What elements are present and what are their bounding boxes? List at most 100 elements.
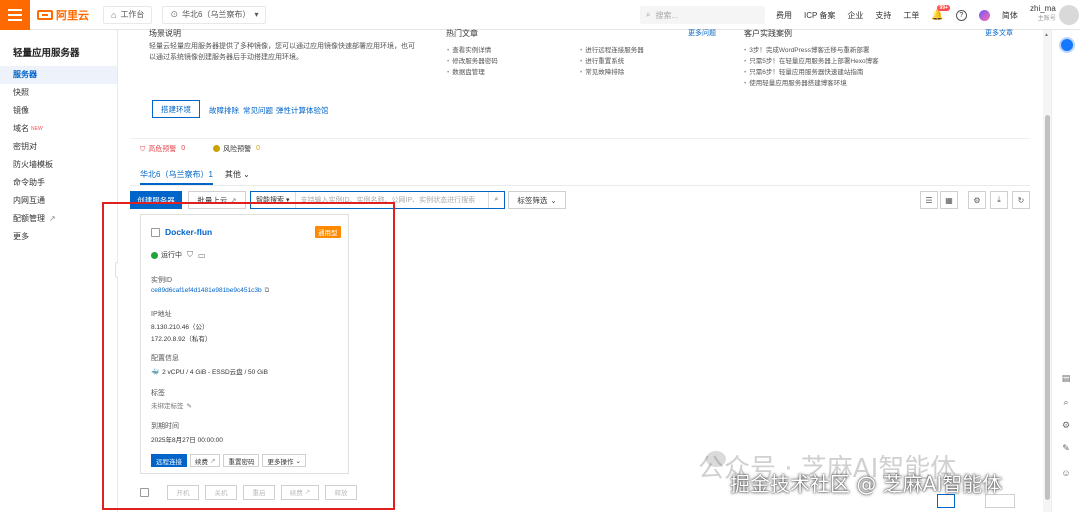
shield-icon[interactable]: ⛉ [187,250,193,260]
more-actions-button[interactable]: 更多操作 ⌄ [262,454,306,467]
region-tabs: 华北6（乌兰察布）1 其他 ⌄ [140,169,262,185]
release-button[interactable]: 释放 [325,484,357,500]
help-article-link[interactable]: 进行重置系统 [580,55,624,65]
instance-card[interactable]: Docker-flun 通用型 运行中 ⛉ ▭ 实例ID ce89d6caf1e… [140,214,349,474]
sidebar-item-quota[interactable]: 配额管理 ↗ [0,210,117,228]
monitor-icon[interactable]: ▭ [198,251,206,260]
build-environment-button[interactable]: 搭建环境 [152,100,200,118]
alarm-bar: ⛉ 高危预警 0 风险预警 0 [130,138,1030,158]
sidebar-item-command-assistant[interactable]: 命令助手 [0,174,117,192]
scroll-up-icon[interactable]: ▲ [1044,32,1049,38]
search-icon: ⌕ [646,10,651,19]
top-links: 费用 ICP 备案 企业 支持 工单 🔔 99+ ? 简体 [776,0,1030,30]
search-icon[interactable]: ⌕ [1059,395,1073,409]
help-case-link[interactable]: 只需5步！在轻量应用服务器上部署Hexo博客 [744,55,878,65]
language-switch[interactable]: 简体 [1002,10,1018,21]
help-article-link[interactable]: 进行远程连接服务器 [580,44,644,54]
user-info[interactable]: zhi_ma 主账号 [1030,4,1056,22]
menu-icon[interactable] [0,0,30,30]
tag-filter-button[interactable]: 标签筛选 ⌄ [508,191,566,209]
chevron-down-icon: ▾ [286,197,290,204]
search-mode-select[interactable]: 智能搜索 ▾ [251,192,296,208]
help-case-link[interactable]: 使用轻量应用服务器搭建博客环境 [744,77,847,87]
warning-icon [213,144,221,152]
help-more-questions-link[interactable]: 更多问题 [688,28,716,38]
search-icon[interactable]: ⌕ [488,192,504,208]
external-link-icon: ↗ [49,214,56,223]
top-link-fees[interactable]: 费用 [776,10,792,21]
top-link-support[interactable]: 支持 [875,10,891,21]
sidebar-item-images[interactable]: 镜像 [0,102,117,120]
card-actions: 远程连接 续费 ↗ 重置密码 更多操作 ⌄ [151,454,306,467]
top-link-enterprise[interactable]: 企业 [847,10,863,21]
help-case-link[interactable]: 只需6步！轻量应用服务器快速建站指南 [744,66,863,76]
remote-connect-button[interactable]: 远程连接 [151,454,187,467]
private-ip: 172.20.8.92（私有） [151,336,212,343]
refresh-icon[interactable]: ↻ [1012,191,1030,209]
document-icon[interactable]: ▤ [1059,371,1073,385]
tab-region-wlcb[interactable]: 华北6（乌兰察布）1 [140,169,213,185]
public-ip: 8.130.210.46（公） [151,324,209,331]
help-article-link[interactable]: 数据盘管理 [447,66,485,76]
top-link-ticket[interactable]: 工单 [903,10,919,21]
help-icon[interactable]: ? [955,9,967,21]
restart-button[interactable]: 重启 [243,484,275,500]
watermark-juejin: 掘金技术社区 @ 芝麻AI智能体 [730,472,1003,496]
region-selector[interactable]: ⊙ 华北6（乌兰察布） ▾ [162,5,267,24]
bell-icon[interactable]: 🔔 99+ [931,4,950,21]
list-view-icon[interactable]: ☰ [920,191,938,209]
help-article-link[interactable]: 查看实例详情 [447,44,491,54]
instance-name[interactable]: Docker-flun [165,227,212,237]
edit-icon[interactable]: ✎ [1059,441,1073,455]
top-link-icp[interactable]: ICP 备案 [804,10,835,21]
risk-alarm[interactable]: 风险预警 [213,144,251,154]
logo[interactable]: 阿里云 [37,7,89,23]
feedback-icon[interactable]: ☺ [1059,466,1073,480]
sidebar-item-snapshots[interactable]: 快照 [0,84,117,102]
instance-checkbox[interactable] [151,228,160,237]
grid-view-icon[interactable]: ▦ [940,191,958,209]
select-all-checkbox[interactable] [140,487,149,497]
sidebar-item-firewall-templates[interactable]: 防火墙模板 [0,156,117,174]
create-server-button[interactable]: 创建服务器 [130,191,182,209]
assistant-icon[interactable] [978,9,990,21]
global-search-input[interactable]: ⌕ 搜索... [640,6,765,24]
sidebar-item-domains[interactable]: 域名 NEW [0,120,117,138]
stop-button[interactable]: 关机 [205,484,237,500]
tab-other-regions[interactable]: 其他 ⌄ [225,169,250,185]
instance-id-value: ce89d6caf1ef4d1481e981be9c451c3b ⧉ [151,287,270,294]
help-faq-link[interactable]: 常见问题 [243,105,273,116]
help-troubleshoot-link[interactable]: 故障排除 [209,105,239,116]
instance-search-input[interactable]: 智能搜索 ▾ 支持输入实例ID、实例名称、公网IP、实例状态进行搜索 ⌕ [250,191,505,209]
batch-migrate-button[interactable]: 批量上云 ↗ [188,191,246,209]
help-article-link[interactable]: 常见故障排除 [580,66,624,76]
tag-value[interactable]: 未绑定标签 ✎ [151,400,192,410]
sidebar-item-more[interactable]: 更多 [0,228,117,246]
instance-id-label: 实例ID [151,277,172,284]
batch-renew-button[interactable]: 续费 ↗ [281,484,319,500]
help-more-articles-link[interactable]: 更多文章 [985,28,1013,38]
avatar[interactable] [1059,5,1079,25]
copy-icon[interactable]: ⧉ [265,287,270,294]
renew-button[interactable]: 续费 ↗ [190,454,221,467]
sidebar-item-intranet[interactable]: 内网互通 [0,192,117,210]
sidebar-item-keypairs[interactable]: 密钥对 [0,138,117,156]
workbench-button[interactable]: ⌂ 工作台 [103,5,153,24]
help-case-link[interactable]: 3步！完成WordPress博客迁移与重新部署 [744,44,869,54]
expire-label: 到期时间 [151,423,179,430]
reset-password-button[interactable]: 重置密码 [223,454,260,467]
start-button[interactable]: 开机 [167,484,199,500]
search-placeholder: 支持输入实例ID、实例名称、公网IP、实例状态进行搜索 [300,197,476,204]
config-label: 配置信息 [151,355,179,362]
gear-icon[interactable]: ⚙ [1059,418,1073,432]
high-risk-alarm[interactable]: ⛉ 高危预警 [140,144,176,154]
help-article-link[interactable]: 修改服务器密码 [447,55,498,65]
assistant-bot-icon[interactable] [1059,37,1075,53]
download-icon[interactable]: ⤓ [990,191,1008,209]
help-experience-link[interactable]: 弹性计算体验馆 [276,105,329,116]
help-panel: 场景说明 轻量云轻量应用服务器提供了多种镜像，您可以通过应用镜像快速部署应用环境… [130,28,1030,150]
scroll-thumb[interactable] [1045,115,1050,500]
new-badge: NEW [31,126,43,132]
sidebar-item-servers[interactable]: 服务器 [0,66,117,84]
settings-icon[interactable]: ⚙ [968,191,986,209]
